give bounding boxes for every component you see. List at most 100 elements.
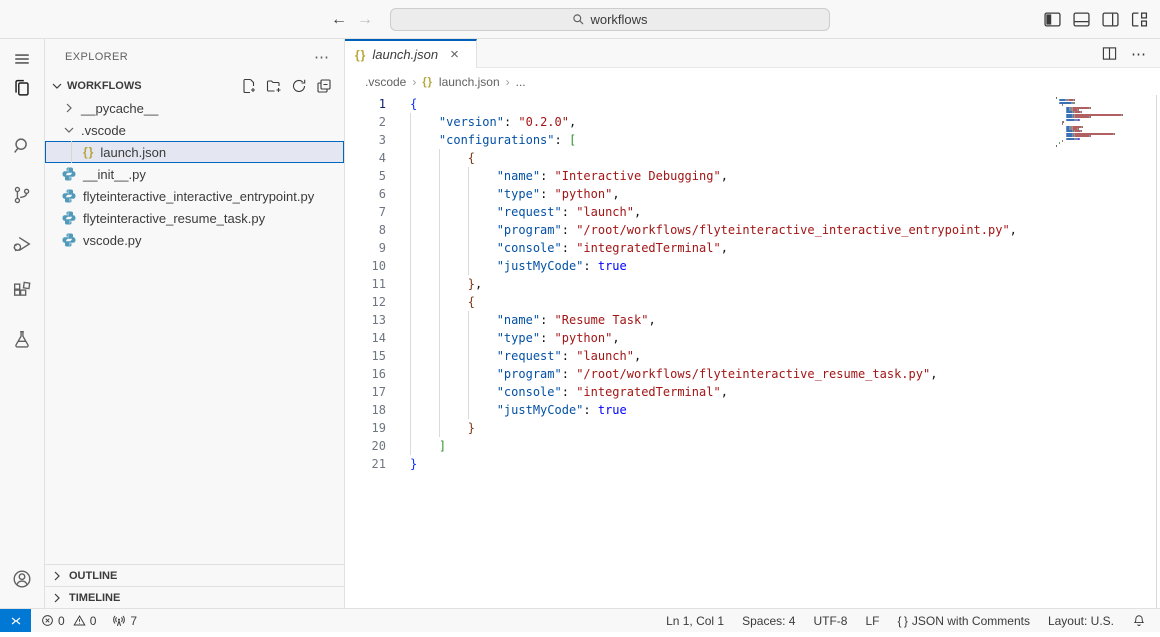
- eol-setting[interactable]: LF: [865, 614, 879, 628]
- collapse-all-icon[interactable]: [316, 78, 332, 94]
- chevron-right-icon: [49, 590, 65, 606]
- outline-panel-header[interactable]: OUTLINE: [45, 564, 344, 586]
- tree-item-launch-json[interactable]: {} launch.json: [45, 141, 344, 163]
- line-number: 6: [345, 185, 386, 203]
- tree-item-entrypoint-py[interactable]: flyteinteractive_interactive_entrypoint.…: [45, 185, 344, 207]
- tree-item-resume-task-py[interactable]: flyteinteractive_resume_task.py: [45, 207, 344, 229]
- line-number: 1: [345, 95, 386, 113]
- section-label: WORKFLOWS: [67, 80, 142, 92]
- code-line: 8 "program": "/root/workflows/flyteinter…: [345, 221, 1160, 239]
- json-file-icon: {}: [422, 76, 433, 88]
- json-file-icon: {}: [83, 145, 94, 159]
- breadcrumb-symbol[interactable]: ...: [516, 75, 526, 89]
- tab-launch-json[interactable]: {} launch.json ×: [345, 39, 477, 68]
- radio-tower-icon: [112, 614, 126, 628]
- back-icon[interactable]: ←: [330, 11, 348, 29]
- code-line: 9 "console": "integratedTerminal",: [345, 239, 1160, 257]
- source-control-icon[interactable]: [0, 179, 44, 211]
- code-line: 7 "request": "launch",: [345, 203, 1160, 221]
- close-tab-icon[interactable]: ×: [450, 47, 459, 62]
- code-line: 17 "console": "integratedTerminal",: [345, 383, 1160, 401]
- breadcrumb-separator-icon: ›: [506, 75, 510, 89]
- breadcrumb-separator-icon: ›: [412, 75, 416, 89]
- editor-group: {} launch.json × ⋯ .vscode › {} launch.j…: [345, 39, 1160, 608]
- code-line: 5 "name": "Interactive Debugging",: [345, 167, 1160, 185]
- layout-sidebar-right-icon[interactable]: [1102, 11, 1119, 28]
- line-number: 12: [345, 293, 386, 311]
- tree-item-label: flyteinteractive_resume_task.py: [83, 211, 265, 226]
- line-number: 3: [345, 131, 386, 149]
- chevron-down-icon: [49, 78, 65, 94]
- search-view-icon[interactable]: [0, 130, 44, 162]
- new-file-icon[interactable]: [241, 78, 257, 94]
- json-file-icon: {}: [355, 48, 366, 62]
- remote-indicator[interactable]: [0, 609, 31, 632]
- split-editor-icon[interactable]: [1102, 46, 1117, 61]
- code-line: 2 "version": "0.2.0",: [345, 113, 1160, 131]
- tree-item-pycache[interactable]: __pycache__: [45, 97, 344, 119]
- tree-item-init-py[interactable]: __init__.py: [45, 163, 344, 185]
- activity-bar: [0, 39, 45, 608]
- panel-label: OUTLINE: [69, 570, 117, 582]
- python-file-icon: [61, 232, 77, 248]
- code-line: 14 "type": "python",: [345, 329, 1160, 347]
- ports-indicator[interactable]: 7: [112, 614, 137, 628]
- warning-count: 0: [90, 614, 97, 628]
- customize-layout-icon[interactable]: [1131, 11, 1148, 28]
- python-file-icon: [61, 166, 77, 182]
- line-number: 10: [345, 257, 386, 275]
- editor-more-actions-icon[interactable]: ⋯: [1131, 45, 1146, 63]
- explorer-icon[interactable]: [0, 72, 44, 104]
- line-number: 9: [345, 239, 386, 257]
- language-mode[interactable]: { } JSON with Comments: [898, 614, 1030, 628]
- code-line: 4 {: [345, 149, 1160, 167]
- line-number: 5: [345, 167, 386, 185]
- tree-item-vscode-folder[interactable]: .vscode: [45, 119, 344, 141]
- breadcrumb-folder[interactable]: .vscode: [365, 75, 406, 89]
- ports-count: 7: [130, 614, 137, 628]
- notifications-bell-icon[interactable]: [1132, 614, 1146, 628]
- line-number: 19: [345, 419, 386, 437]
- tree-item-label: .vscode: [81, 123, 126, 138]
- code-line: 10 "justMyCode": true: [345, 257, 1160, 275]
- code-line: 12 {: [345, 293, 1160, 311]
- menu-icon[interactable]: [0, 43, 44, 75]
- line-number: 20: [345, 437, 386, 455]
- layout-panel-icon[interactable]: [1073, 11, 1090, 28]
- line-number: 16: [345, 365, 386, 383]
- timeline-panel-header[interactable]: TIMELINE: [45, 586, 344, 608]
- tab-title: launch.json: [372, 47, 438, 62]
- code-line: 21}: [345, 455, 1160, 473]
- indentation-setting[interactable]: Spaces: 4: [742, 614, 795, 628]
- explorer-more-actions-icon[interactable]: ⋯: [314, 48, 330, 66]
- sidebar-title: EXPLORER: [65, 51, 128, 63]
- code-editor[interactable]: 1{2 "version": "0.2.0",3 "configurations…: [345, 95, 1160, 608]
- layout-sidebar-left-icon[interactable]: [1044, 11, 1061, 28]
- code-line: 13 "name": "Resume Task",: [345, 311, 1160, 329]
- breadcrumb-file[interactable]: launch.json: [439, 75, 500, 89]
- error-count: 0: [58, 614, 65, 628]
- new-folder-icon[interactable]: [266, 78, 282, 94]
- refresh-icon[interactable]: [291, 78, 307, 94]
- code-line: 6 "type": "python",: [345, 185, 1160, 203]
- keyboard-layout[interactable]: Layout: U.S.: [1048, 614, 1114, 628]
- forward-icon[interactable]: →: [356, 11, 374, 29]
- extensions-icon[interactable]: [0, 275, 44, 307]
- code-line: 1{: [345, 95, 1160, 113]
- encoding-setting[interactable]: UTF-8: [813, 614, 847, 628]
- cursor-position[interactable]: Ln 1, Col 1: [666, 614, 724, 628]
- command-center-search[interactable]: workflows: [390, 8, 830, 31]
- accounts-icon[interactable]: [0, 563, 44, 595]
- panel-label: TIMELINE: [69, 592, 120, 604]
- chevron-right-icon: [49, 568, 65, 584]
- minimap[interactable]: [1056, 97, 1138, 147]
- testing-icon[interactable]: [0, 323, 44, 355]
- code-line: 20 ]: [345, 437, 1160, 455]
- workflows-section-header[interactable]: WORKFLOWS: [45, 75, 344, 97]
- problems-indicator[interactable]: 0 0: [41, 614, 96, 628]
- code-line: 15 "request": "launch",: [345, 347, 1160, 365]
- tree-item-vscode-py[interactable]: vscode.py: [45, 229, 344, 251]
- line-number: 18: [345, 401, 386, 419]
- python-file-icon: [61, 188, 77, 204]
- run-debug-icon[interactable]: [0, 228, 44, 260]
